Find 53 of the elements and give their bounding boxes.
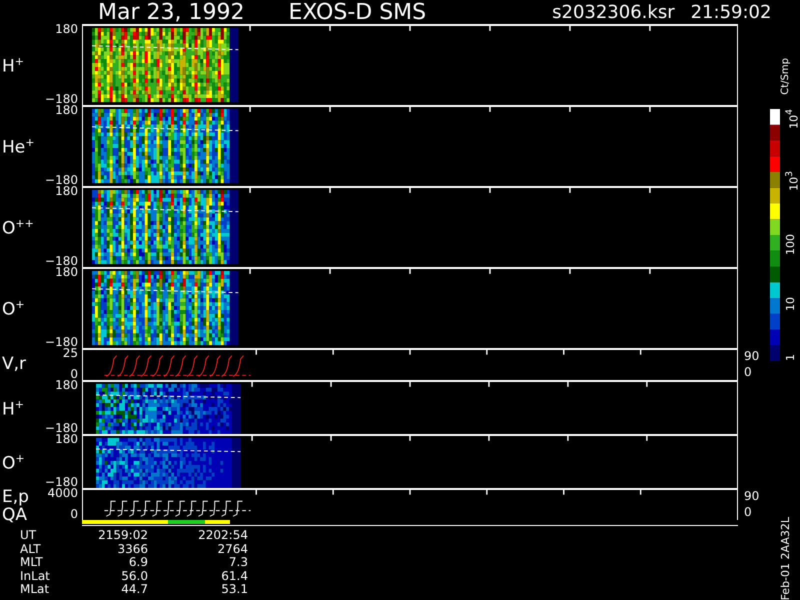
colorbar-tick-label: 10 [784,297,798,312]
plot-date: Mar 23, 1992 [98,2,244,24]
axis-tick-label: 180 [55,186,78,197]
instrument-title: EXOS-D SMS [288,2,426,24]
axis-tick-label: 0 [744,506,753,518]
orbit-param-value: 7.3 [228,556,248,570]
orbit-param-value: 44.7 [120,583,148,596]
panel-label: He$^{+}$ [2,135,34,157]
panel-label: H$^{+}$ [2,54,24,76]
colorbar-unit: Ct/Smp [780,58,790,95]
axis-tick-label: −180 [45,94,78,105]
axis-tick-label: 180 [55,380,78,391]
colorbar-tick-label: 1 [784,354,798,361]
orbit-param-label: MLat [20,583,50,596]
orbit-param-label: ALT [20,542,42,556]
axis-tick-label: 90 [744,490,760,502]
axis-tick-label: −180 [45,256,78,267]
orbit-param-value: 2202:54 [197,529,248,542]
axis-tick-label: 180 [55,267,78,278]
axis-tick-label: −180 [45,477,78,488]
file-id: Feb-01 2AA32L [778,516,792,600]
axis-tick-label: 0 [70,509,78,520]
panel-label: QA [2,506,28,524]
orbit-param-value: 56.0 [120,570,148,583]
panel-label: E,p [2,488,29,506]
axis-tick-label: −180 [45,423,78,434]
orbit-param-value: 2764 [216,542,248,556]
axis-tick-label: 180 [55,24,78,35]
orbit-param-value: 61.4 [220,570,248,583]
panel-label: O$^{++}$ [2,216,34,238]
axis-tick-label: 180 [55,105,78,116]
panel-label: O$^{+}$ [2,450,25,472]
colorbar-tick-label: 100 [784,234,798,255]
axis-tick-label: 4000 [47,488,78,499]
orbit-param-label: MLT [20,556,44,570]
start-time: 21:59:02 [690,2,772,24]
orbit-param-value: 3366 [116,542,148,556]
panel-label: H$^{+}$ [2,396,24,418]
panel-label: V,r [2,355,26,373]
axis-tick-label: −180 [45,175,78,186]
orbit-param-value: 2159:02 [97,529,148,542]
orbit-param-value: 6.9 [128,556,148,570]
axis-tick-label: 0 [70,369,78,380]
panel-label: O$^{+}$ [2,297,25,319]
file-name: s2032306.ksr [552,2,675,24]
axis-tick-label: 25 [62,348,78,359]
axis-tick-label: 180 [55,434,78,445]
orbit-param-label: InLat [20,570,51,583]
axis-tick-label: −180 [45,337,78,348]
orbit-param-value: 53.1 [220,583,248,596]
axis-tick-label: 0 [744,366,753,378]
orbit-param-label: UT [20,529,38,542]
axis-tick-label: 90 [744,350,760,362]
